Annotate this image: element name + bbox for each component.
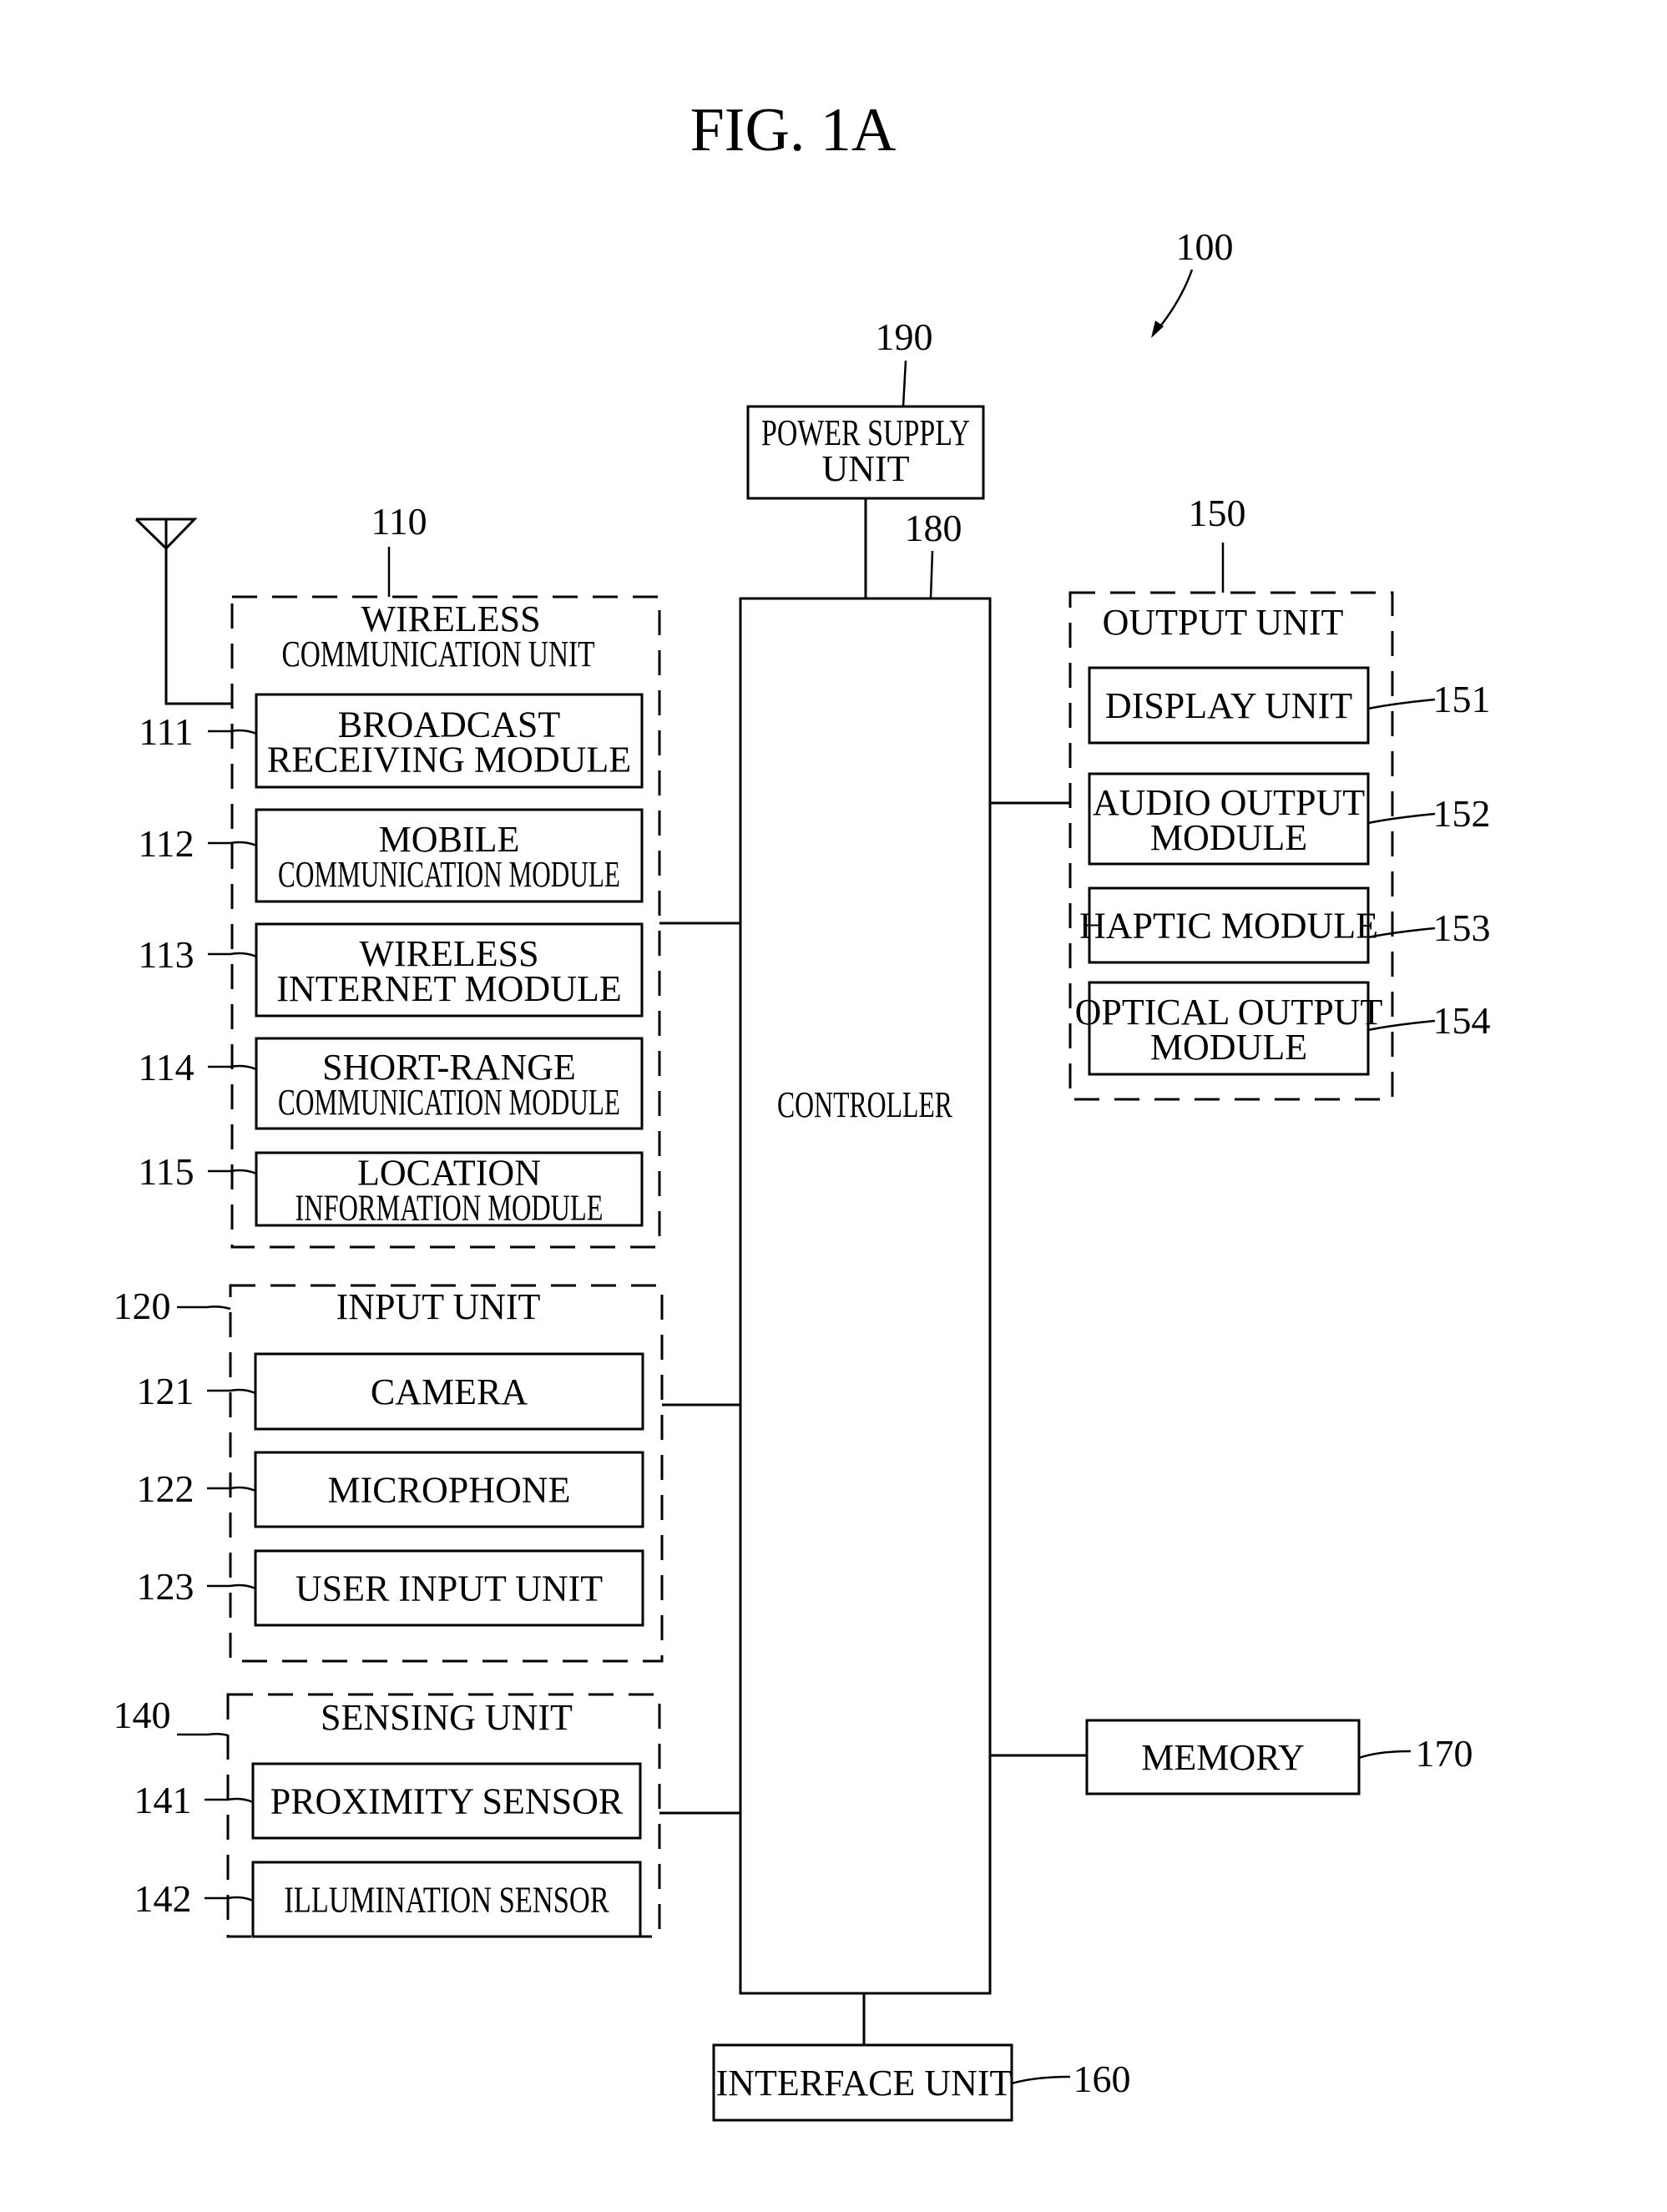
module-box: SHORT-RANGECOMMUNICATION MODULE114: [138, 1037, 644, 1130]
interface-unit-leader: [1011, 2075, 1071, 2085]
module-ref: 153: [1433, 907, 1491, 949]
module-ref: 154: [1433, 999, 1491, 1042]
input-unit-ref: 120: [114, 1285, 171, 1327]
interface-unit: INTERFACE UNIT: [712, 2043, 1013, 2122]
module-label: DISPLAY UNIT: [1105, 685, 1352, 726]
input-unit-label: INPUT UNIT: [336, 1286, 541, 1327]
output-modules: DISPLAY UNIT 151AUDIO OUTPUTMODULE152HAPT…: [1075, 666, 1491, 1076]
module-box: ILLUMINATION SENSOR 142: [134, 1861, 642, 1938]
module-ref: 152: [1433, 792, 1491, 835]
module-ref: 151: [1433, 678, 1491, 720]
module-label: MICROPHONE: [328, 1470, 571, 1511]
sensing-unit-ref: 140: [114, 1694, 171, 1736]
memory-leader: [1358, 1750, 1412, 1760]
module-label: COMMUNICATION MODULE: [278, 1082, 620, 1123]
module-label: HAPTIC MODULE: [1079, 906, 1378, 947]
sensing-modules: PROXIMITY SENSOR 141 ILLUMINATION SENSOR 14…: [134, 1762, 642, 1938]
module-label: RECEIVING MODULE: [267, 740, 631, 780]
device-ref-label: 100: [1176, 225, 1234, 268]
module-label: PROXIMITY SENSOR: [270, 1781, 624, 1822]
sensing-unit-leader: [177, 1732, 229, 1737]
module-leader: [1367, 812, 1436, 825]
module-ref: 123: [137, 1565, 194, 1608]
sensing-unit-label: SENSING UNIT: [321, 1697, 573, 1738]
module-leader: [1367, 698, 1436, 710]
memory: MEMORY: [1085, 1719, 1361, 1795]
module-leader: [208, 952, 257, 958]
module-box: BROADCASTRECEIVING MODULE111: [139, 693, 644, 789]
module-box: PROXIMITY SENSOR 141: [134, 1762, 642, 1840]
module-box: USER INPUT UNIT 123: [137, 1549, 644, 1627]
module-box: MOBILECOMMUNICATION MODULE112: [138, 808, 644, 903]
module-ref: 113: [138, 933, 194, 976]
module-box: LOCATIONINFORMATION MODULE115: [138, 1150, 644, 1229]
figure-title: FIG. 1A: [690, 96, 897, 164]
antenna-icon: [134, 518, 232, 705]
block-diagram: FIG. 1A 100 190 POWER SUPPLY UNIT 180 CO…: [114, 96, 1491, 2122]
module-label: MODULE: [1150, 817, 1307, 858]
controller: CONTROLLER: [739, 597, 992, 1995]
power-supply-label-line1: POWER SUPPLY: [761, 412, 970, 453]
module-box: HAPTIC MODULE 153: [1079, 886, 1491, 964]
wireless-modules: BROADCASTRECEIVING MODULE111MOBILECOMMUN…: [138, 693, 644, 1229]
module-ref: 114: [138, 1046, 194, 1088]
module-label: USER INPUT UNIT: [296, 1568, 603, 1609]
controller-ref: 180: [905, 507, 962, 549]
wireless-unit-ref: 110: [371, 500, 427, 543]
module-box: WIRELESSINTERNET MODULE113: [138, 922, 644, 1018]
module-leader: [207, 1583, 256, 1590]
memory-ref: 170: [1416, 1732, 1473, 1775]
module-ref: 112: [138, 822, 194, 865]
output-unit-label: OUTPUT UNIT: [1103, 602, 1344, 643]
interface-unit-label: INTERFACE UNIT: [716, 2063, 1013, 2103]
interface-unit-ref: 160: [1073, 2058, 1131, 2100]
module-label: INFORMATION MODULE: [296, 1188, 604, 1229]
power-supply-leader: [902, 360, 907, 407]
controller-label: CONTROLLER: [777, 1084, 952, 1125]
device-ref-arrow: [1151, 269, 1194, 338]
module-label: ILLUMINATION SENSOR: [284, 1880, 609, 1921]
output-unit-ref: 150: [1189, 492, 1246, 534]
memory-label: MEMORY: [1141, 1737, 1305, 1778]
module-box: MICROPHONE 122: [137, 1451, 644, 1528]
module-label: INTERNET MODULE: [276, 968, 621, 1009]
module-label: COMMUNICATION MODULE: [278, 854, 620, 895]
power-supply-unit: POWER SUPPLY UNIT: [746, 405, 985, 500]
module-box: OPTICAL OUTPUTMODULE154: [1075, 981, 1491, 1076]
module-ref: 122: [137, 1467, 194, 1510]
power-supply-label-line2: UNIT: [821, 448, 909, 489]
module-box: CAMERA 121: [137, 1352, 644, 1431]
module-ref: 111: [139, 710, 194, 753]
controller-leader: [929, 550, 934, 599]
module-label: CAMERA: [371, 1371, 528, 1412]
module-leader: [205, 1797, 254, 1804]
power-supply-ref: 190: [876, 316, 933, 358]
input-modules: CAMERA 121 MICROPHONE 122 USER INPUT UNIT 123: [137, 1352, 644, 1627]
module-ref: 141: [134, 1779, 192, 1821]
input-unit-leader: [177, 1305, 231, 1311]
module-box: DISPLAY UNIT 151: [1088, 666, 1491, 745]
module-box: AUDIO OUTPUTMODULE152: [1088, 772, 1491, 866]
wireless-unit-label-line2: COMMUNICATION UNIT: [282, 634, 595, 674]
module-ref: 142: [134, 1877, 192, 1920]
module-ref: 115: [138, 1150, 194, 1193]
module-label: MODULE: [1150, 1027, 1307, 1068]
module-ref: 121: [137, 1370, 194, 1412]
